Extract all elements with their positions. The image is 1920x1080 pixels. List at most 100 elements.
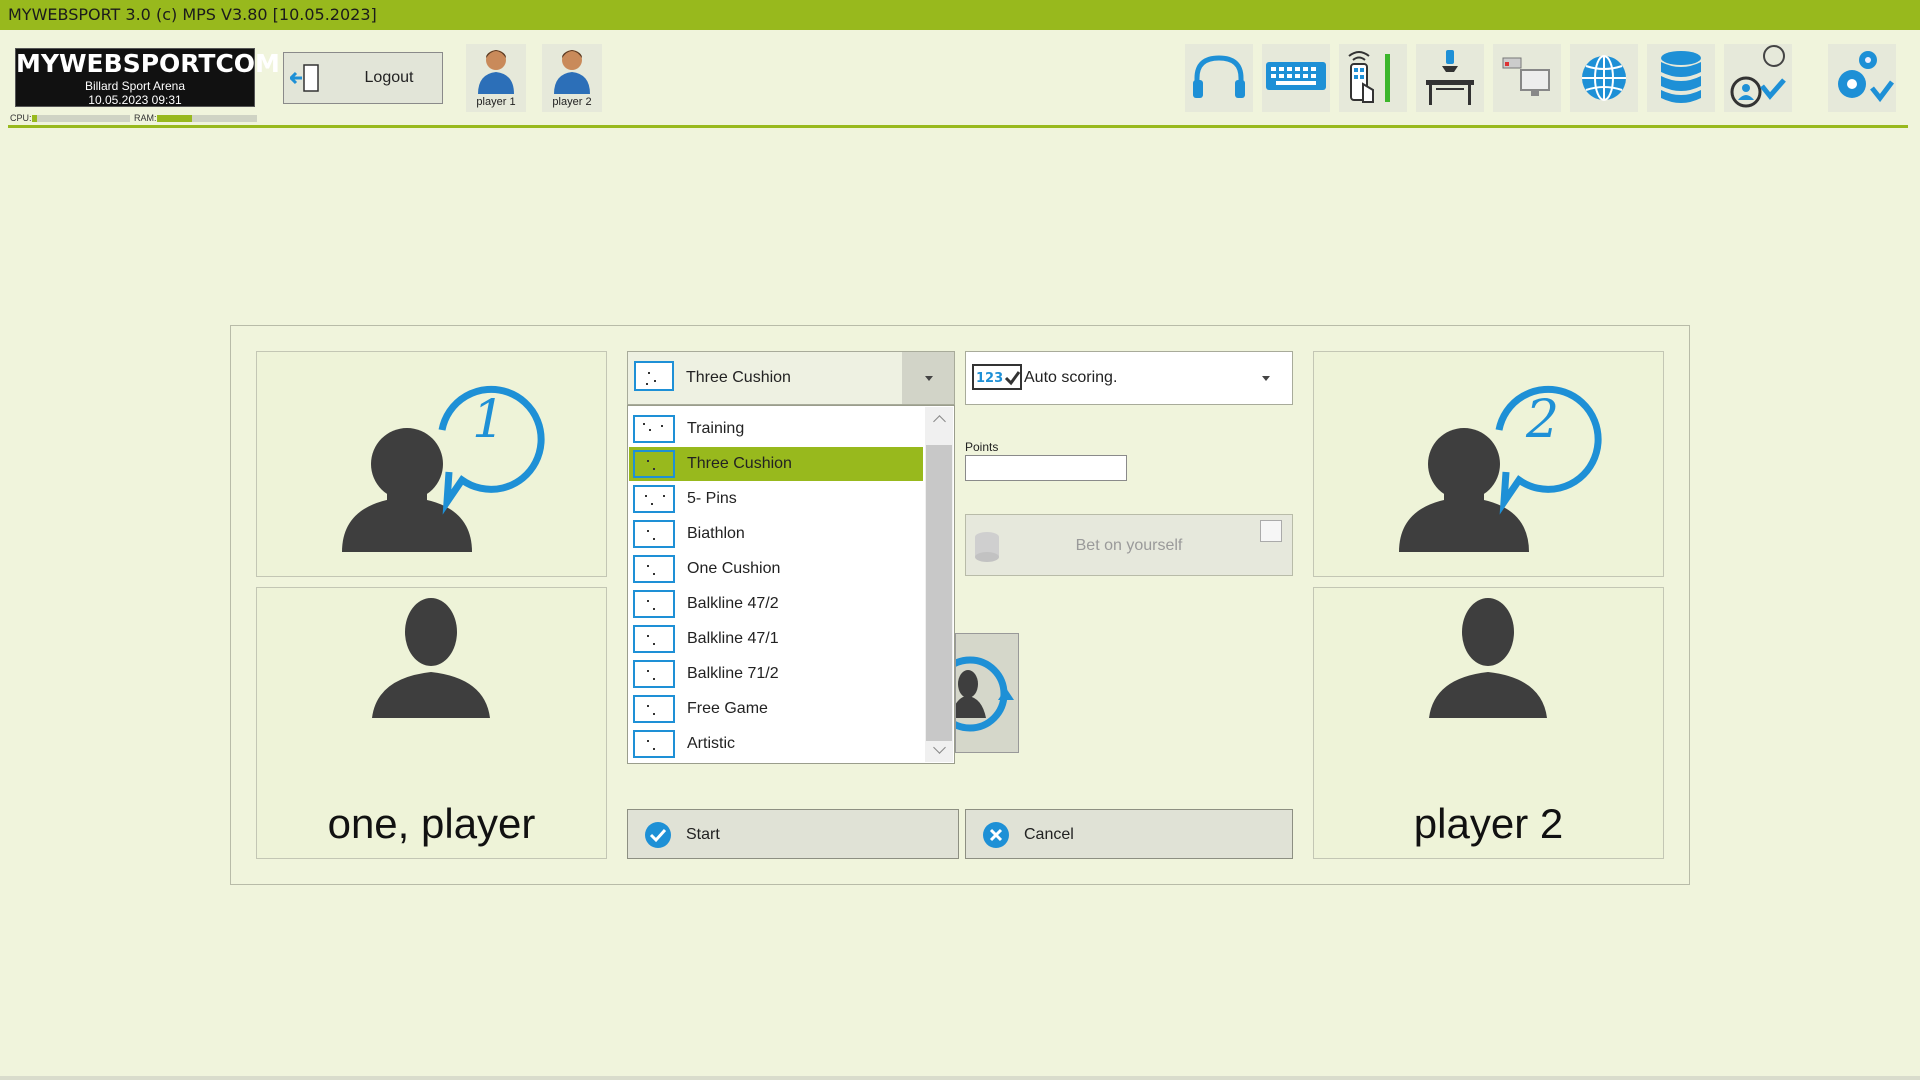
dropdown-item-balkline-47-1[interactable]: Balkline 47/1 [629, 622, 923, 656]
player1-badge: 1 [472, 390, 505, 450]
table-icon [633, 730, 675, 758]
scoring-icon: 123 [972, 364, 1022, 390]
points-label: Points [965, 440, 999, 454]
dropdown-item-three-cushion[interactable]: Three Cushion [629, 447, 923, 481]
keyboard-button[interactable] [1262, 44, 1330, 112]
camera-button[interactable] [1493, 44, 1561, 112]
chevron-down-icon[interactable] [1262, 376, 1270, 381]
scoring-mode-select[interactable]: 123 Auto scoring. [965, 351, 1293, 405]
globe-button[interactable] [1570, 44, 1638, 112]
camera-monitor-icon [1502, 57, 1550, 96]
bet-checkbox[interactable] [1260, 520, 1282, 542]
pins-icon [633, 485, 675, 513]
logout-icon [290, 64, 319, 92]
dropdown-item-5-pins[interactable]: 5- Pins [629, 482, 923, 516]
dropdown-item-balkline-47-2[interactable]: Balkline 47/2 [629, 587, 923, 621]
player1-button[interactable]: player 1 [466, 44, 526, 112]
table-icon [634, 361, 674, 391]
player1-photo-panel[interactable]: one, player [256, 587, 607, 859]
title-bar: MYWEBSPORT 3.0 (c) MPS V3.80 [10.05.2023… [0, 0, 1920, 30]
dropdown-item-free-game[interactable]: Free Game [629, 692, 923, 726]
points-input[interactable] [965, 455, 1127, 481]
table-light-icon [1426, 50, 1474, 105]
player1-silhouette-icon [372, 598, 490, 718]
cpu-label: CPU: [10, 113, 32, 123]
table-icon [633, 695, 675, 723]
check-circle-icon [645, 822, 671, 848]
brand-name: MYWEBSPORTCOM [16, 49, 280, 78]
dropdown-item-label: Three Cushion [687, 455, 792, 472]
svg-text:123: 123 [976, 371, 1003, 386]
dropdown-item-label: One Cushion [687, 560, 781, 577]
dropdown-item-one-cushion[interactable]: One Cushion [629, 552, 923, 586]
discipline-dropdown[interactable]: Training Three Cushion 5- Pins Biathlon … [627, 405, 955, 764]
user-icon [554, 50, 590, 94]
dropdown-item-training[interactable]: Training [629, 412, 923, 446]
chevron-down-icon[interactable] [902, 352, 954, 404]
swap-icon [956, 656, 1014, 732]
table-light-button[interactable] [1416, 44, 1484, 112]
settings-button[interactable] [1828, 44, 1896, 112]
bottom-border [0, 1076, 1920, 1080]
player2-button[interactable]: player 2 [542, 44, 602, 112]
brand-subtitle: Billard Sport Arena [84, 79, 186, 93]
dropdown-item-label: Artistic [687, 735, 735, 752]
user-select-icon [1730, 45, 1786, 108]
player1-avatar-panel[interactable]: 1 [256, 351, 607, 577]
table-icon [633, 590, 675, 618]
start-label: Start [686, 826, 720, 843]
dropdown-scrollbar[interactable] [925, 407, 953, 762]
ram-label: RAM: [134, 113, 157, 123]
brand-datetime: 10.05.2023 09:31 [88, 93, 182, 107]
table-icon [633, 450, 675, 478]
headphones-icon [1193, 55, 1245, 98]
dropdown-item-artistic[interactable]: Artistic [629, 727, 923, 761]
ram-meter [157, 115, 257, 122]
dropdown-item-balkline-71-2[interactable]: Balkline 71/2 [629, 657, 923, 691]
close-circle-icon [983, 822, 1009, 848]
scroll-down-icon[interactable] [933, 741, 946, 754]
player1-name: one, player [327, 800, 536, 847]
user-select-button[interactable] [1724, 44, 1792, 112]
globe-icon [1582, 55, 1626, 101]
player2-label: player 2 [552, 96, 592, 108]
settings-icon [1838, 51, 1894, 103]
cancel-label: Cancel [1024, 826, 1074, 843]
dropdown-item-label: 5- Pins [687, 490, 737, 507]
player2-photo-panel[interactable]: player 2 [1313, 587, 1664, 859]
brand-logo: MYWEBSPORTCOM Billard Sport Arena 10.05.… [15, 48, 280, 107]
table-icon [633, 520, 675, 548]
dropdown-item-biathlon[interactable]: Biathlon [629, 517, 923, 551]
logout-button[interactable]: Logout [283, 52, 443, 104]
dropdown-item-label: Balkline 47/1 [687, 630, 779, 647]
scroll-up-icon[interactable] [933, 415, 946, 428]
dropdown-item-label: Balkline 71/2 [687, 665, 779, 682]
table-icon [633, 555, 675, 583]
database-button[interactable] [1647, 44, 1715, 112]
bet-on-yourself-toggle[interactable]: Bet on yourself [965, 514, 1293, 576]
window-title: MYWEBSPORT 3.0 (c) MPS V3.80 [10.05.2023… [8, 5, 377, 24]
cancel-button[interactable]: Cancel [965, 809, 1293, 859]
database-icon [1661, 51, 1701, 103]
user-icon [478, 50, 514, 94]
discipline-selected: Three Cushion [686, 369, 791, 386]
player2-badge: 2 [1525, 390, 1559, 450]
player1-badge-icon: 1 [342, 385, 545, 552]
headphones-button[interactable] [1185, 44, 1253, 112]
remote-control-icon [1348, 51, 1390, 103]
discipline-select[interactable]: Three Cushion [627, 351, 955, 405]
remote-button[interactable] [1339, 44, 1407, 112]
table-icon [633, 625, 675, 653]
player2-badge-icon: 2 [1399, 385, 1602, 552]
scrollbar-thumb[interactable] [926, 445, 952, 741]
player1-label: player 1 [476, 96, 516, 108]
dropdown-item-label: Training [687, 420, 745, 437]
dropdown-item-label: Biathlon [687, 525, 745, 542]
table-icon [633, 660, 675, 688]
start-button[interactable]: Start [627, 809, 959, 859]
logout-label: Logout [364, 69, 414, 86]
player2-silhouette-icon [1429, 598, 1547, 718]
keyboard-icon [1266, 62, 1326, 90]
player2-avatar-panel[interactable]: 2 [1313, 351, 1664, 577]
swap-players-button[interactable] [955, 633, 1019, 753]
